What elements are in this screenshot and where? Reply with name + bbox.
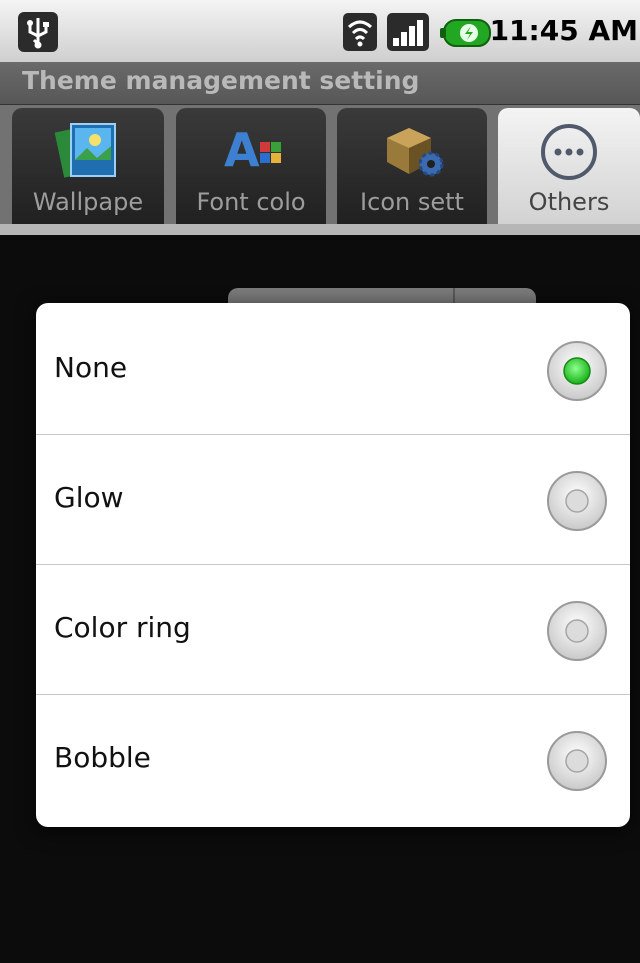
option-label: Glow	[54, 481, 124, 514]
list-item-bobble[interactable]: Bobble	[36, 695, 630, 825]
title-bar: Theme management setting	[0, 62, 640, 105]
tab-underline	[0, 224, 640, 235]
wifi-icon	[343, 13, 377, 51]
font-color-icon: A	[224, 123, 281, 177]
tab-bar: Wallpape A Font colo Icon sett Others	[0, 105, 640, 237]
icon-settings-icon	[387, 128, 444, 177]
battery-charging-icon	[440, 19, 491, 47]
list-item-color-ring[interactable]: Color ring	[36, 565, 630, 695]
tab-label: Others	[528, 188, 610, 216]
radio-unselected-icon[interactable]	[546, 470, 608, 532]
status-bar: 11:45 AM	[0, 0, 640, 62]
wallpaper-icon	[54, 123, 116, 178]
list-item-glow[interactable]: Glow	[36, 435, 630, 565]
tab-label: Wallpape	[32, 188, 144, 216]
tab-label: Font colo	[196, 188, 306, 216]
tab-others[interactable]: Others	[498, 108, 640, 235]
tab-label: Icon sett	[360, 188, 464, 216]
page-title: Theme management setting	[22, 66, 420, 95]
tab-icon-settings[interactable]: Icon sett	[337, 108, 487, 226]
svg-text:A: A	[224, 123, 260, 177]
usb-icon	[18, 12, 58, 52]
option-label: Bobble	[54, 741, 151, 774]
tab-wallpaper[interactable]: Wallpape	[12, 108, 164, 226]
option-label: Color ring	[54, 611, 191, 644]
radio-unselected-icon[interactable]	[546, 600, 608, 662]
radio-unselected-icon[interactable]	[546, 730, 608, 792]
radio-selected-icon[interactable]	[546, 340, 608, 402]
more-icon	[541, 124, 597, 180]
option-dialog: None Glow Color ring Bobble	[36, 303, 630, 827]
clock: 11:45 AM	[489, 14, 638, 47]
signal-icon	[387, 13, 429, 51]
option-label: None	[54, 351, 128, 384]
list-item-none[interactable]: None	[36, 305, 630, 435]
tab-font-color[interactable]: A Font colo	[176, 108, 326, 226]
